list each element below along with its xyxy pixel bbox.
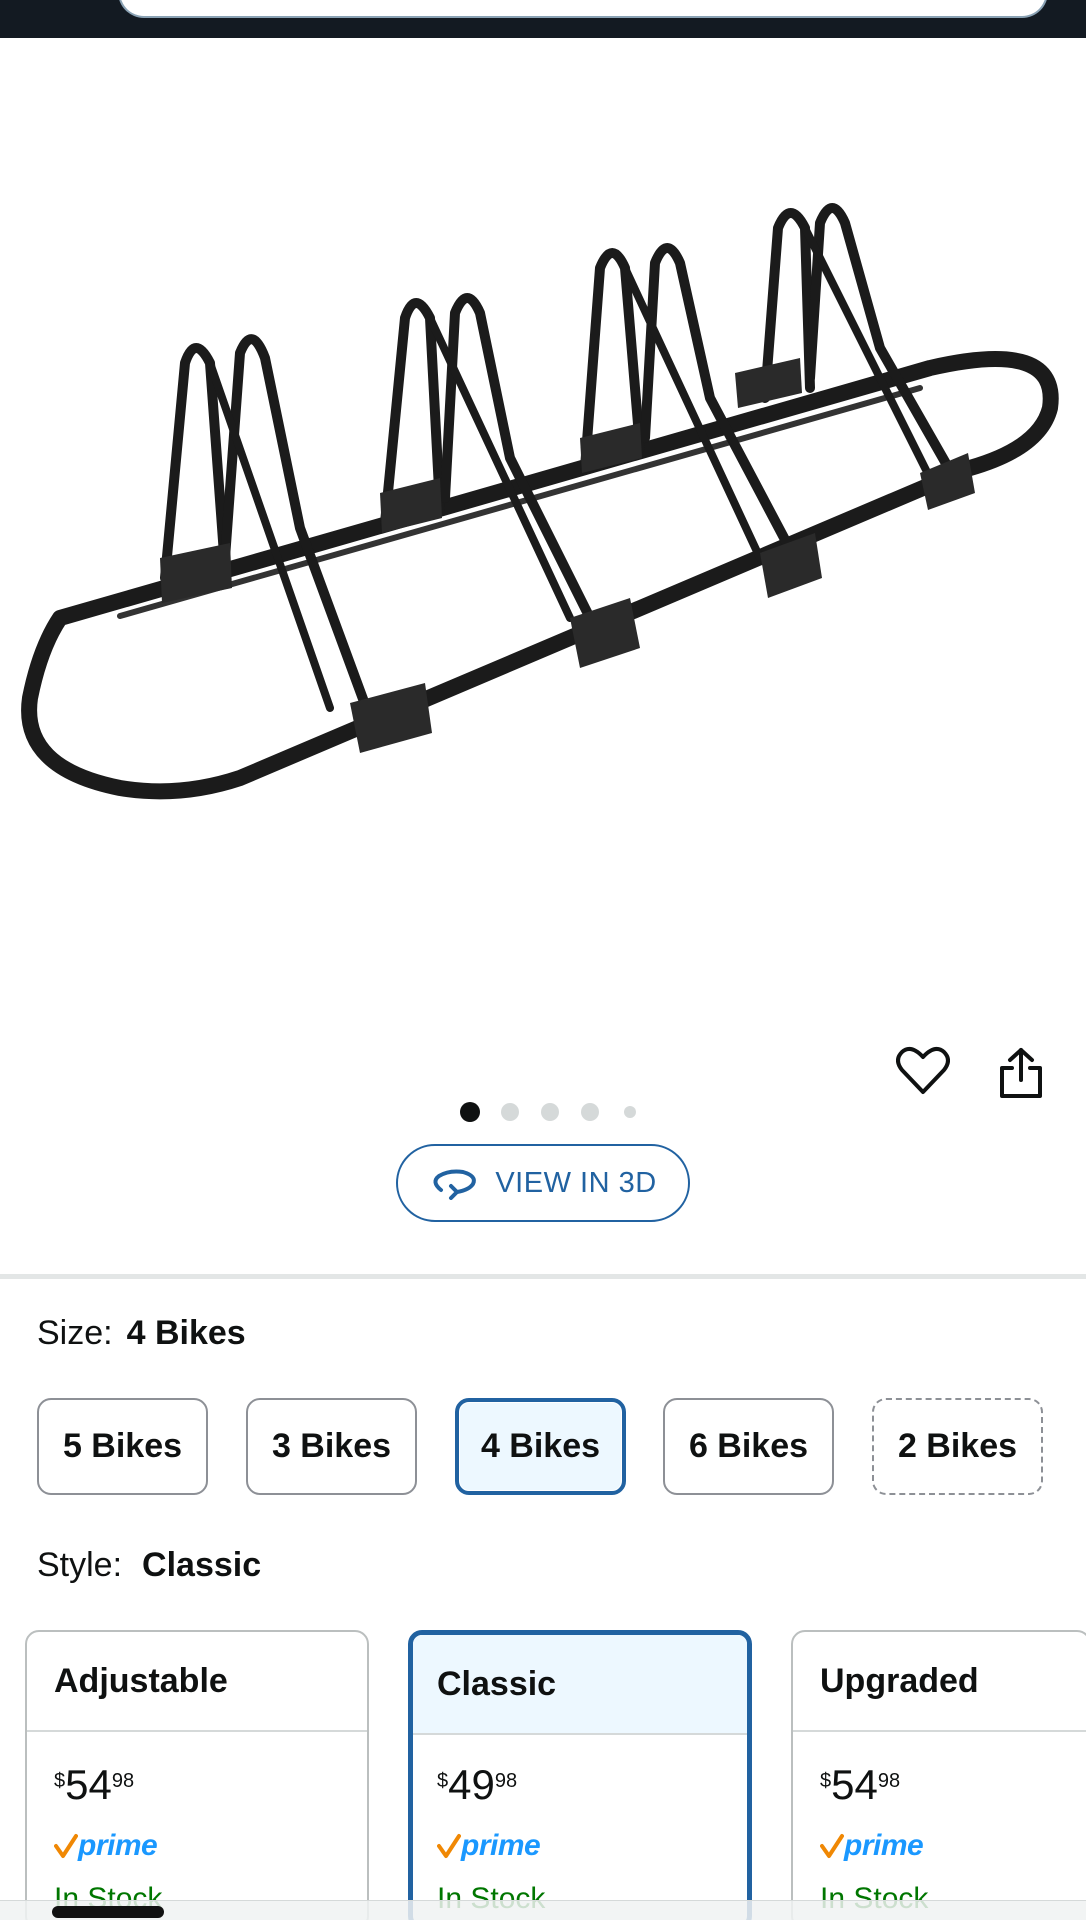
- header-bar: [0, 0, 1086, 38]
- price-whole: 49: [448, 1761, 495, 1808]
- rotate-3d-icon: [433, 1169, 477, 1200]
- style-value: Classic: [142, 1546, 262, 1584]
- price-whole: 54: [65, 1761, 112, 1808]
- price-fraction: 98: [111, 1770, 135, 1792]
- prime-check-icon: [54, 1834, 78, 1858]
- size-selection-label: Size: 4 Bikes: [37, 1314, 246, 1353]
- price-symbol: $: [54, 1770, 66, 1792]
- size-option-2-bikes[interactable]: 2 Bikes: [872, 1398, 1043, 1495]
- home-indicator[interactable]: [52, 1906, 164, 1918]
- prime-badge: prime: [437, 1828, 541, 1864]
- style-option-classic[interactable]: Classic $ 49 98 prime In Stock: [408, 1630, 752, 1920]
- size-option-4-bikes[interactable]: 4 Bikes: [455, 1398, 626, 1495]
- style-option-upgraded[interactable]: Upgraded $ 54 98 prime In Stock: [791, 1630, 1086, 1920]
- image-dot-5[interactable]: [610, 1100, 650, 1124]
- prime-badge: prime: [820, 1828, 924, 1864]
- prime-label: prime: [461, 1829, 541, 1862]
- style-option-adjustable[interactable]: Adjustable $ 54 98 prime In Stock: [25, 1630, 369, 1920]
- style-selection-label: Style: Classic: [37, 1546, 261, 1585]
- size-label: Size:: [37, 1314, 113, 1352]
- prime-badge: prime: [54, 1828, 158, 1864]
- view-in-3d-label: VIEW IN 3D: [495, 1166, 657, 1199]
- size-value: 4 Bikes: [126, 1314, 246, 1352]
- share-icon[interactable]: [998, 1046, 1044, 1100]
- style-option-price: $ 49 98: [437, 1764, 517, 1806]
- product-image[interactable]: [0, 148, 1086, 888]
- prime-label: prime: [78, 1829, 158, 1862]
- price-fraction: 98: [877, 1770, 901, 1792]
- style-option-name: Classic: [413, 1635, 747, 1735]
- style-option-price: $ 54 98: [54, 1764, 134, 1806]
- style-option-price: $ 54 98: [820, 1764, 900, 1806]
- prime-check-icon: [820, 1834, 844, 1858]
- style-option-name: Adjustable: [27, 1632, 367, 1732]
- image-dot-1[interactable]: [450, 1100, 490, 1124]
- style-option-name: Upgraded: [793, 1632, 1086, 1732]
- product-image-gallery[interactable]: [0, 38, 1086, 1122]
- image-dot-2[interactable]: [490, 1100, 530, 1124]
- price-whole: 54: [831, 1761, 878, 1808]
- prime-label: prime: [844, 1829, 924, 1862]
- size-option-3-bikes[interactable]: 3 Bikes: [246, 1398, 417, 1495]
- image-pagination-dots[interactable]: [450, 1100, 650, 1124]
- price-fraction: 98: [494, 1770, 518, 1792]
- size-option-6-bikes[interactable]: 6 Bikes: [663, 1398, 834, 1495]
- heart-icon[interactable]: [896, 1046, 950, 1096]
- prime-check-icon: [437, 1834, 461, 1858]
- search-bar[interactable]: [118, 0, 1048, 18]
- section-divider: [0, 1274, 1086, 1279]
- style-label: Style:: [37, 1546, 123, 1584]
- price-symbol: $: [820, 1770, 832, 1792]
- size-option-5-bikes[interactable]: 5 Bikes: [37, 1398, 208, 1495]
- image-dot-3[interactable]: [530, 1100, 570, 1124]
- view-in-3d-button[interactable]: VIEW IN 3D: [396, 1144, 690, 1222]
- image-dot-4[interactable]: [570, 1100, 610, 1124]
- price-symbol: $: [437, 1770, 449, 1792]
